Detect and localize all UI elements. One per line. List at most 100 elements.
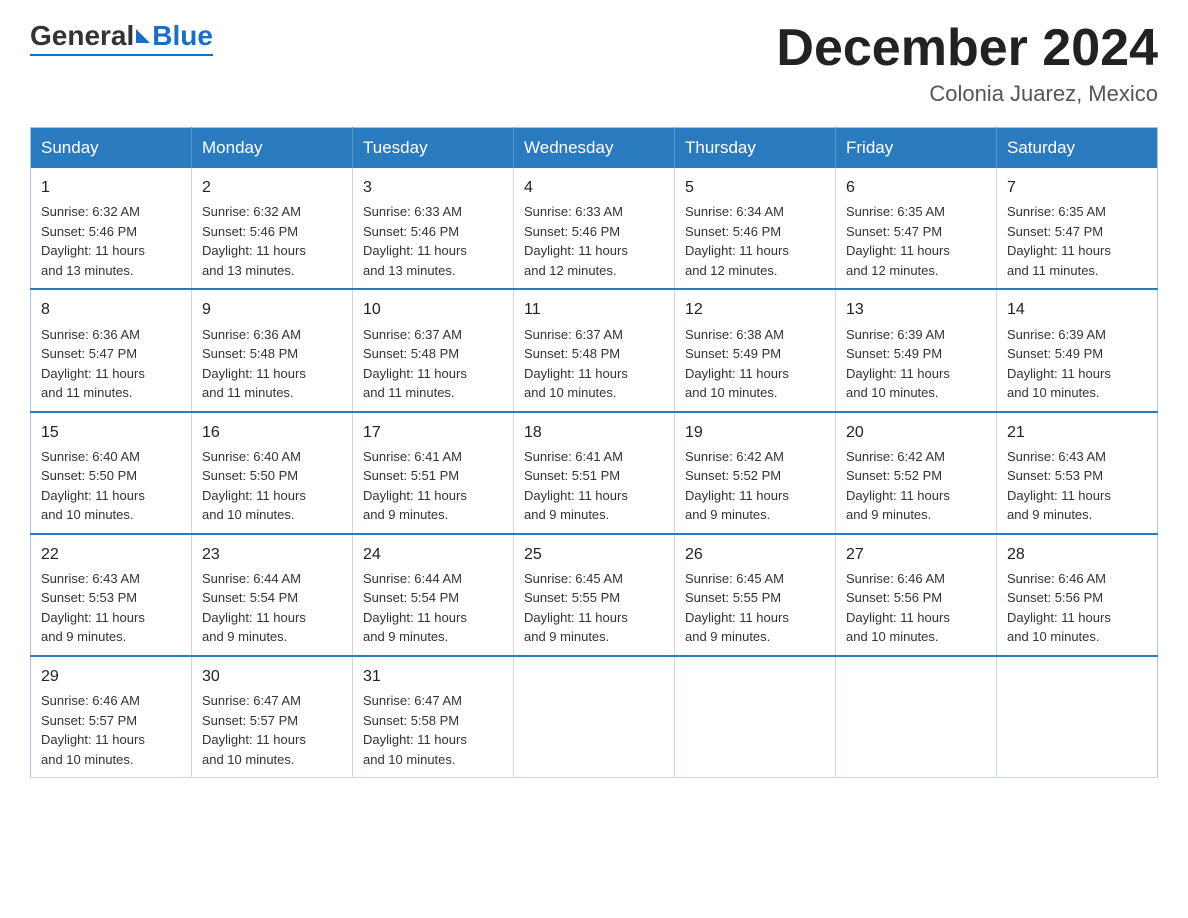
week-row-4: 22 Sunrise: 6:43 AMSunset: 5:53 PMDayligh… [31, 534, 1158, 656]
day-info: Sunrise: 6:32 AMSunset: 5:46 PMDaylight:… [41, 202, 181, 280]
calendar-table: SundayMondayTuesdayWednesdayThursdayFrid… [30, 127, 1158, 778]
day-info: Sunrise: 6:44 AMSunset: 5:54 PMDaylight:… [202, 569, 342, 647]
day-info: Sunrise: 6:39 AMSunset: 5:49 PMDaylight:… [846, 325, 986, 403]
day-cell: 22 Sunrise: 6:43 AMSunset: 5:53 PMDayligh… [31, 534, 192, 656]
day-number: 8 [41, 298, 181, 321]
day-info: Sunrise: 6:41 AMSunset: 5:51 PMDaylight:… [363, 447, 503, 525]
day-number: 28 [1007, 543, 1147, 566]
day-info: Sunrise: 6:42 AMSunset: 5:52 PMDaylight:… [846, 447, 986, 525]
day-number: 3 [363, 176, 503, 199]
day-cell [836, 656, 997, 778]
day-number: 16 [202, 421, 342, 444]
day-info: Sunrise: 6:47 AMSunset: 5:57 PMDaylight:… [202, 691, 342, 769]
day-number: 15 [41, 421, 181, 444]
day-info: Sunrise: 6:39 AMSunset: 5:49 PMDaylight:… [1007, 325, 1147, 403]
day-number: 2 [202, 176, 342, 199]
day-cell: 24 Sunrise: 6:44 AMSunset: 5:54 PMDayligh… [353, 534, 514, 656]
day-info: Sunrise: 6:40 AMSunset: 5:50 PMDaylight:… [202, 447, 342, 525]
logo-general-text: General [30, 20, 134, 52]
day-number: 9 [202, 298, 342, 321]
day-cell: 16 Sunrise: 6:40 AMSunset: 5:50 PMDayligh… [192, 412, 353, 534]
day-info: Sunrise: 6:45 AMSunset: 5:55 PMDaylight:… [524, 569, 664, 647]
location-subtitle: Colonia Juarez, Mexico [776, 81, 1158, 107]
day-cell: 23 Sunrise: 6:44 AMSunset: 5:54 PMDayligh… [192, 534, 353, 656]
week-row-5: 29 Sunrise: 6:46 AMSunset: 5:57 PMDayligh… [31, 656, 1158, 778]
day-number: 6 [846, 176, 986, 199]
header-cell-friday: Friday [836, 128, 997, 169]
day-info: Sunrise: 6:43 AMSunset: 5:53 PMDaylight:… [41, 569, 181, 647]
page-header: General Blue December 2024 Colonia Juare… [30, 20, 1158, 107]
day-info: Sunrise: 6:35 AMSunset: 5:47 PMDaylight:… [846, 202, 986, 280]
day-info: Sunrise: 6:33 AMSunset: 5:46 PMDaylight:… [524, 202, 664, 280]
day-cell [997, 656, 1158, 778]
logo: General Blue [30, 20, 213, 56]
day-cell: 18 Sunrise: 6:41 AMSunset: 5:51 PMDayligh… [514, 412, 675, 534]
header-row: SundayMondayTuesdayWednesdayThursdayFrid… [31, 128, 1158, 169]
header-cell-wednesday: Wednesday [514, 128, 675, 169]
day-info: Sunrise: 6:35 AMSunset: 5:47 PMDaylight:… [1007, 202, 1147, 280]
day-cell: 2 Sunrise: 6:32 AMSunset: 5:46 PMDaylight… [192, 168, 353, 289]
week-row-3: 15 Sunrise: 6:40 AMSunset: 5:50 PMDayligh… [31, 412, 1158, 534]
day-number: 7 [1007, 176, 1147, 199]
day-number: 22 [41, 543, 181, 566]
day-info: Sunrise: 6:43 AMSunset: 5:53 PMDaylight:… [1007, 447, 1147, 525]
day-cell: 17 Sunrise: 6:41 AMSunset: 5:51 PMDayligh… [353, 412, 514, 534]
day-cell: 27Sunrise: 6:46 AMSunset: 5:56 PMDayligh… [836, 534, 997, 656]
day-info: Sunrise: 6:44 AMSunset: 5:54 PMDaylight:… [363, 569, 503, 647]
day-cell: 28Sunrise: 6:46 AMSunset: 5:56 PMDayligh… [997, 534, 1158, 656]
day-number: 26 [685, 543, 825, 566]
day-number: 25 [524, 543, 664, 566]
day-cell: 14Sunrise: 6:39 AMSunset: 5:49 PMDayligh… [997, 289, 1158, 411]
day-cell: 12 Sunrise: 6:38 AMSunset: 5:49 PMDayligh… [675, 289, 836, 411]
day-info: Sunrise: 6:32 AMSunset: 5:46 PMDaylight:… [202, 202, 342, 280]
day-number: 19 [685, 421, 825, 444]
day-info: Sunrise: 6:36 AMSunset: 5:48 PMDaylight:… [202, 325, 342, 403]
day-cell: 19 Sunrise: 6:42 AMSunset: 5:52 PMDayligh… [675, 412, 836, 534]
header-cell-thursday: Thursday [675, 128, 836, 169]
day-cell: 5 Sunrise: 6:34 AMSunset: 5:46 PMDaylight… [675, 168, 836, 289]
day-cell: 29 Sunrise: 6:46 AMSunset: 5:57 PMDayligh… [31, 656, 192, 778]
day-number: 12 [685, 298, 825, 321]
day-cell: 21 Sunrise: 6:43 AMSunset: 5:53 PMDayligh… [997, 412, 1158, 534]
header-cell-saturday: Saturday [997, 128, 1158, 169]
day-number: 27 [846, 543, 986, 566]
day-info: Sunrise: 6:46 AMSunset: 5:57 PMDaylight:… [41, 691, 181, 769]
header-cell-tuesday: Tuesday [353, 128, 514, 169]
title-section: December 2024 Colonia Juarez, Mexico [776, 20, 1158, 107]
day-cell: 6 Sunrise: 6:35 AMSunset: 5:47 PMDaylight… [836, 168, 997, 289]
day-number: 1 [41, 176, 181, 199]
day-cell [514, 656, 675, 778]
day-number: 21 [1007, 421, 1147, 444]
day-cell: 11Sunrise: 6:37 AMSunset: 5:48 PMDayligh… [514, 289, 675, 411]
day-info: Sunrise: 6:38 AMSunset: 5:49 PMDaylight:… [685, 325, 825, 403]
day-info: Sunrise: 6:41 AMSunset: 5:51 PMDaylight:… [524, 447, 664, 525]
day-cell: 25 Sunrise: 6:45 AMSunset: 5:55 PMDayligh… [514, 534, 675, 656]
day-number: 23 [202, 543, 342, 566]
header-cell-sunday: Sunday [31, 128, 192, 169]
logo-blue-text: Blue [152, 20, 213, 52]
day-info: Sunrise: 6:34 AMSunset: 5:46 PMDaylight:… [685, 202, 825, 280]
day-info: Sunrise: 6:36 AMSunset: 5:47 PMDaylight:… [41, 325, 181, 403]
month-title: December 2024 [776, 20, 1158, 77]
day-cell: 4Sunrise: 6:33 AMSunset: 5:46 PMDaylight… [514, 168, 675, 289]
day-number: 18 [524, 421, 664, 444]
day-info: Sunrise: 6:42 AMSunset: 5:52 PMDaylight:… [685, 447, 825, 525]
day-cell: 31Sunrise: 6:47 AMSunset: 5:58 PMDayligh… [353, 656, 514, 778]
day-cell: 3 Sunrise: 6:33 AMSunset: 5:46 PMDaylight… [353, 168, 514, 289]
logo-underline [30, 54, 213, 56]
day-cell: 20Sunrise: 6:42 AMSunset: 5:52 PMDayligh… [836, 412, 997, 534]
day-info: Sunrise: 6:40 AMSunset: 5:50 PMDaylight:… [41, 447, 181, 525]
calendar-header: SundayMondayTuesdayWednesdayThursdayFrid… [31, 128, 1158, 169]
header-cell-monday: Monday [192, 128, 353, 169]
day-number: 17 [363, 421, 503, 444]
day-number: 10 [363, 298, 503, 321]
day-cell: 9 Sunrise: 6:36 AMSunset: 5:48 PMDaylight… [192, 289, 353, 411]
day-number: 24 [363, 543, 503, 566]
day-info: Sunrise: 6:47 AMSunset: 5:58 PMDaylight:… [363, 691, 503, 769]
day-info: Sunrise: 6:33 AMSunset: 5:46 PMDaylight:… [363, 202, 503, 280]
day-number: 5 [685, 176, 825, 199]
day-cell [675, 656, 836, 778]
day-cell: 15 Sunrise: 6:40 AMSunset: 5:50 PMDayligh… [31, 412, 192, 534]
day-number: 29 [41, 665, 181, 688]
day-number: 30 [202, 665, 342, 688]
